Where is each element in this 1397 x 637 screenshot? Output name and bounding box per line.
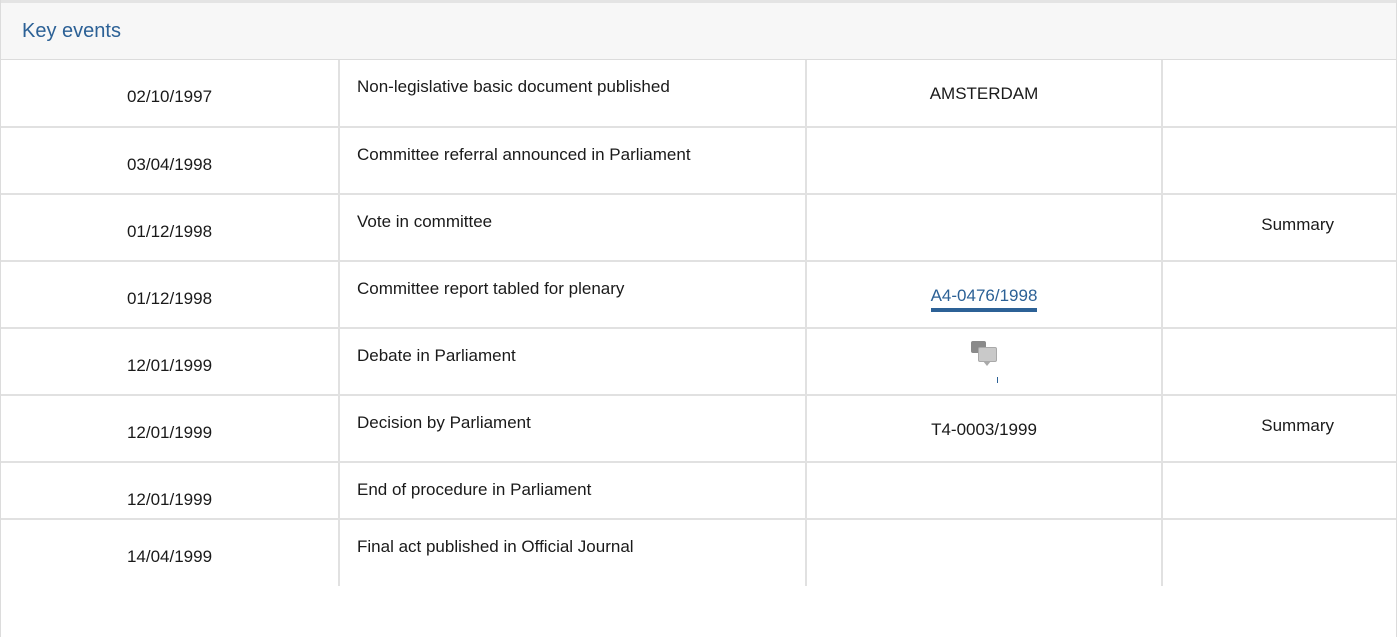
event-reference: A4-0476/1998	[806, 261, 1163, 329]
table-row: 01/12/1998 Committee report tabled for p…	[1, 261, 1396, 329]
event-date: 02/10/1997	[1, 60, 340, 128]
key-events-panel: Key events 02/10/1997 Non-legislative ba…	[0, 0, 1397, 637]
event-summary	[1162, 60, 1396, 128]
event-description: Vote in committee	[339, 194, 807, 262]
table-row: 02/10/1997 Non-legislative basic documen…	[1, 60, 1396, 128]
panel-title: Key events	[22, 19, 121, 42]
event-description: Decision by Parliament	[339, 395, 807, 463]
event-reference	[806, 462, 1163, 520]
event-summary: Summary	[1162, 194, 1396, 262]
debate-icon[interactable]	[971, 341, 998, 383]
event-reference	[806, 127, 1163, 195]
event-summary	[1162, 519, 1396, 586]
event-description-text: Committee referral announced in Parliame…	[357, 145, 691, 164]
event-date: 03/04/1998	[1, 127, 340, 195]
event-summary	[1162, 462, 1396, 520]
table-row: 14/04/1999 Final act published in Offici…	[1, 519, 1396, 586]
event-date: 12/01/1999	[1, 462, 340, 520]
event-reference: AMSTERDAM	[806, 60, 1163, 128]
committee-report-link[interactable]: A4-0476/1998	[930, 286, 1038, 312]
event-description: Committee referral announced in Parliame…	[339, 127, 807, 195]
event-date: 01/12/1998	[1, 261, 340, 329]
panel-header: Key events	[1, 0, 1396, 60]
event-reference	[806, 519, 1163, 586]
event-reference	[806, 194, 1163, 262]
table-row: 01/12/1998 Vote in committee Summary	[1, 194, 1396, 262]
event-description: End of procedure in Parliament	[339, 462, 807, 520]
event-summary	[1162, 261, 1396, 329]
event-summary	[1162, 328, 1396, 396]
table-row: 03/04/1998 Committee referral announced …	[1, 127, 1396, 195]
event-date: 12/01/1999	[1, 395, 340, 463]
event-reference: T4-0003/1999	[806, 395, 1163, 463]
event-date: 12/01/1999	[1, 328, 340, 396]
key-events-table: 02/10/1997 Non-legislative basic documen…	[1, 60, 1396, 586]
table-row: 12/01/1999 Decision by Parliament T4-000…	[1, 395, 1396, 463]
event-summary	[1162, 127, 1396, 195]
event-date: 01/12/1998	[1, 194, 340, 262]
event-description: Debate in Parliament	[339, 328, 807, 396]
event-description: Non-legislative basic document published	[339, 60, 807, 128]
event-summary: Summary	[1162, 395, 1396, 463]
event-date: 14/04/1999	[1, 519, 340, 586]
table-row: 12/01/1999 End of procedure in Parliamen…	[1, 462, 1396, 520]
event-description: Final act published in Official Journal	[339, 519, 807, 586]
table-row: 12/01/1999 Debate in Parliament	[1, 328, 1396, 396]
event-description: Committee report tabled for plenary	[339, 261, 807, 329]
event-reference	[806, 328, 1163, 396]
